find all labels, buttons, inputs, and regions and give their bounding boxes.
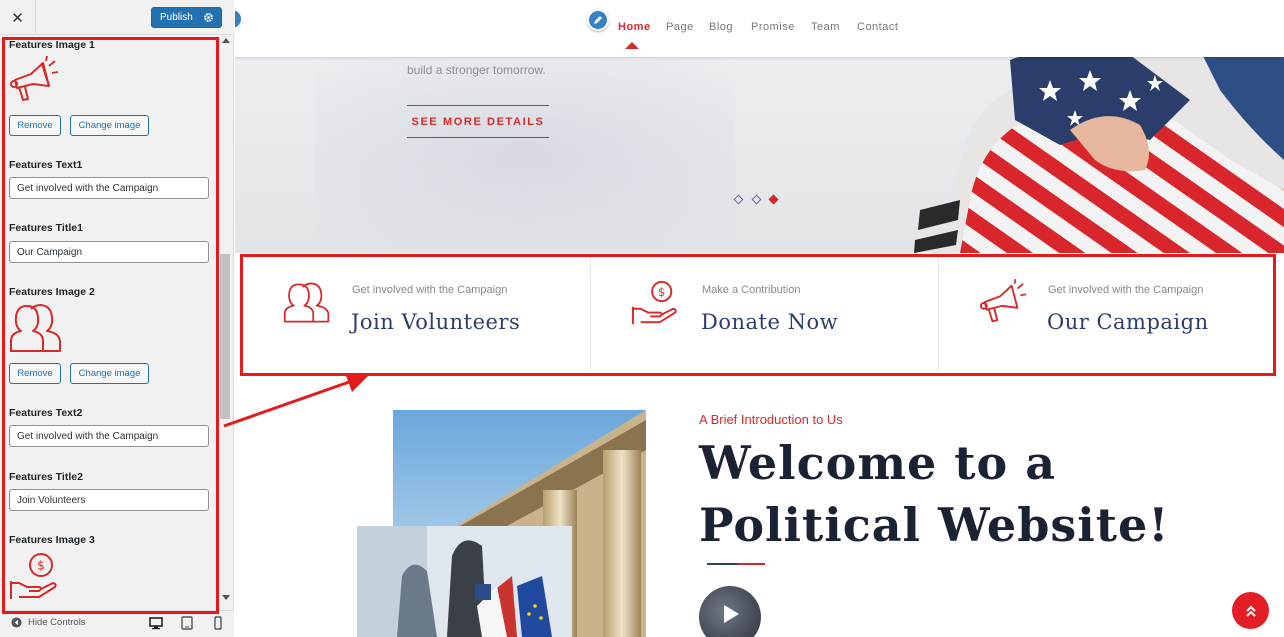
nav-promise[interactable]: Promise (751, 21, 795, 33)
hero-background-blur (315, 60, 735, 250)
heading-divider (707, 563, 737, 565)
collapse-arrow-icon (11, 617, 22, 628)
features-title-2-label: Features Title2 (9, 471, 83, 483)
desktop-preview-icon[interactable] (149, 616, 163, 630)
customizer-header: ✕ Publish (0, 0, 234, 35)
site-preview: build a stronger tomorrow. SEE MORE DETA… (235, 0, 1284, 637)
features-title-1-label: Features Title1 (9, 222, 83, 234)
features-section: Get involved with the Campaign Join Volu… (243, 257, 1273, 371)
feature-card[interactable]: Get involved with the Campaign Join Volu… (243, 257, 591, 371)
sidebar-scrollbar[interactable] (219, 36, 232, 604)
customizer-sidebar: ✕ Publish Features Image 1 Remove Change… (0, 0, 234, 637)
mobile-preview-icon[interactable] (211, 616, 225, 630)
hero-flag-image (914, 50, 1284, 253)
features-image-2-label: Features Image 2 (9, 286, 95, 298)
nav-page[interactable]: Page (666, 21, 694, 33)
slider-dot-active[interactable] (768, 194, 779, 205)
svg-text:$: $ (658, 285, 665, 299)
features-text-1-label: Features Text1 (9, 159, 83, 171)
publish-button[interactable]: Publish (151, 7, 222, 28)
feature-title[interactable]: Our Campaign (1047, 310, 1209, 334)
gear-icon[interactable] (202, 11, 215, 24)
play-icon (724, 605, 739, 623)
handshake-meeting-image (357, 526, 572, 637)
customizer-controls: Features Image 1 Remove Change image Fea… (0, 36, 234, 606)
remove-image-1-button[interactable]: Remove (9, 115, 61, 136)
site-navbar: Home Page Blog Promise Team Contact (235, 0, 1284, 57)
tablet-preview-icon[interactable] (180, 616, 194, 630)
close-customizer-button[interactable]: ✕ (0, 0, 36, 35)
change-image-1-button[interactable]: Change image (70, 115, 149, 136)
features-title-1-input[interactable] (9, 241, 209, 263)
donate-hand-icon: $ (10, 553, 57, 599)
donate-hand-icon: $ (631, 280, 677, 325)
active-nav-indicator (625, 42, 639, 49)
features-text-2-input[interactable] (9, 425, 209, 447)
nav-team[interactable]: Team (811, 21, 840, 33)
publish-label: Publish (160, 12, 193, 23)
feature-text: Get involved with the Campaign (1048, 284, 1204, 296)
volunteers-icon (10, 304, 61, 352)
feature-text: Get involved with the Campaign (352, 284, 508, 296)
scrollbar-thumb[interactable] (220, 254, 230, 419)
hide-controls-label: Hide Controls (28, 617, 86, 628)
scroll-to-top-button[interactable] (1232, 592, 1269, 629)
scroll-down-arrow-icon[interactable] (222, 595, 230, 600)
megaphone-icon (10, 56, 59, 101)
features-text-2-label: Features Text2 (9, 407, 83, 419)
feature-text: Make a Contribution (702, 284, 801, 296)
features-image-1-label: Features Image 1 (9, 39, 95, 51)
svg-text:$: $ (37, 559, 45, 573)
intro-kicker: A Brief Introduction to Us (699, 412, 843, 427)
feature-card[interactable]: Get involved with the Campaign Our Campa… (939, 257, 1284, 371)
slider-dot[interactable] (751, 194, 762, 205)
heading-divider-accent (737, 563, 765, 565)
customizer-footer: Hide Controls (0, 610, 234, 637)
feature-title[interactable]: Donate Now (701, 310, 838, 334)
play-video-button[interactable] (699, 586, 761, 637)
scroll-up-arrow-icon[interactable] (222, 38, 230, 43)
double-chevron-up-icon (1245, 605, 1256, 617)
see-more-details-button[interactable]: SEE MORE DETAILS (407, 105, 549, 138)
hero-subtitle: build a stronger tomorrow. (407, 63, 546, 77)
features-title-2-input[interactable] (9, 489, 209, 511)
nav-blog[interactable]: Blog (709, 21, 733, 33)
volunteers-icon (283, 282, 330, 323)
remove-image-2-button[interactable]: Remove (9, 363, 61, 384)
hide-controls-button[interactable]: Hide Controls (11, 617, 86, 628)
feature-card[interactable]: $ Make a Contribution Donate Now (591, 257, 939, 371)
features-image-3-label: Features Image 3 (9, 534, 95, 546)
intro-heading: Welcome to a Political Website! (699, 436, 1170, 552)
nav-contact[interactable]: Contact (857, 21, 898, 33)
customizer-edge-toggle[interactable] (235, 10, 241, 28)
change-image-2-button[interactable]: Change image (70, 363, 149, 384)
feature-title[interactable]: Join Volunteers (351, 310, 520, 334)
edit-shortcut-icon[interactable] (587, 9, 609, 31)
nav-home[interactable]: Home (618, 21, 651, 33)
megaphone-icon (979, 279, 1027, 323)
features-text-1-input[interactable] (9, 177, 209, 199)
slider-dot[interactable] (733, 194, 744, 205)
